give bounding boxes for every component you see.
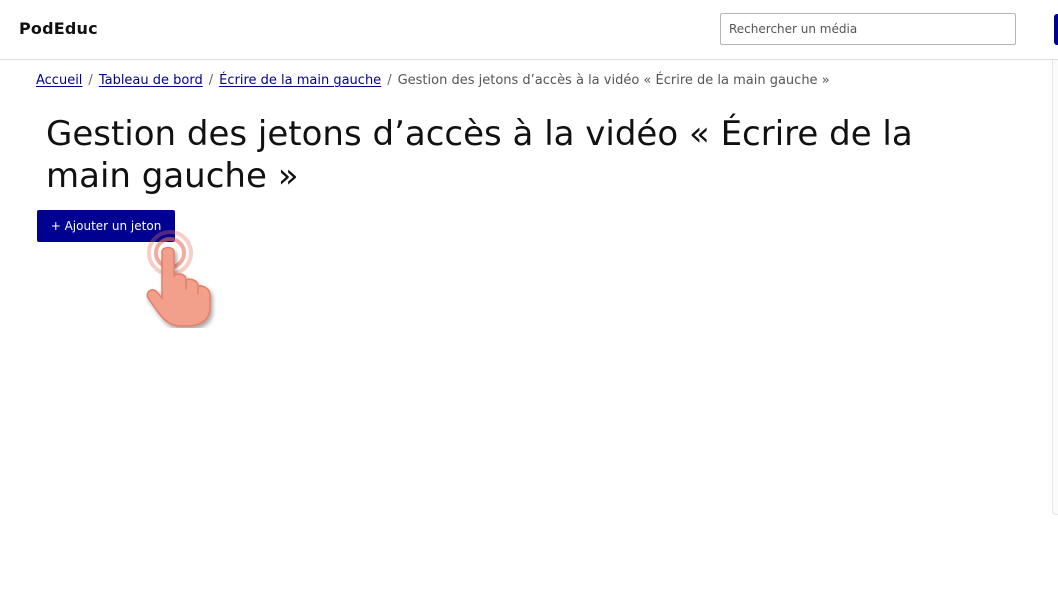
- top-header: PodEduc: [0, 0, 1058, 60]
- search-input[interactable]: [720, 13, 1016, 45]
- header-action-button[interactable]: [1054, 14, 1058, 45]
- breadcrumb-home-link[interactable]: Accueil: [36, 73, 82, 88]
- breadcrumb-separator: /: [88, 73, 93, 88]
- breadcrumb: Accueil / Tableau de bord / Écrire de la mai…: [36, 73, 830, 88]
- page: PodEduc Accueil / Tableau de bord / Écrire d…: [0, 0, 1058, 595]
- pointing-hand-icon: [146, 230, 211, 327]
- breadcrumb-separator: /: [208, 73, 214, 88]
- page-title: Gestion des jetons d’accès à la vidéo « …: [46, 114, 913, 196]
- breadcrumb-separator: /: [387, 73, 392, 88]
- breadcrumb-dashboard-link[interactable]: Tableau de bord: [99, 73, 203, 88]
- site-brand[interactable]: PodEduc: [19, 19, 98, 38]
- breadcrumb-video-link[interactable]: Écrire de la main gauche: [219, 73, 381, 88]
- breadcrumb-current: Gestion des jetons d’accès à la vidéo « …: [397, 73, 830, 88]
- scrollbar-edge[interactable]: [1052, 60, 1058, 515]
- add-token-button[interactable]: + Ajouter un jeton: [37, 210, 175, 242]
